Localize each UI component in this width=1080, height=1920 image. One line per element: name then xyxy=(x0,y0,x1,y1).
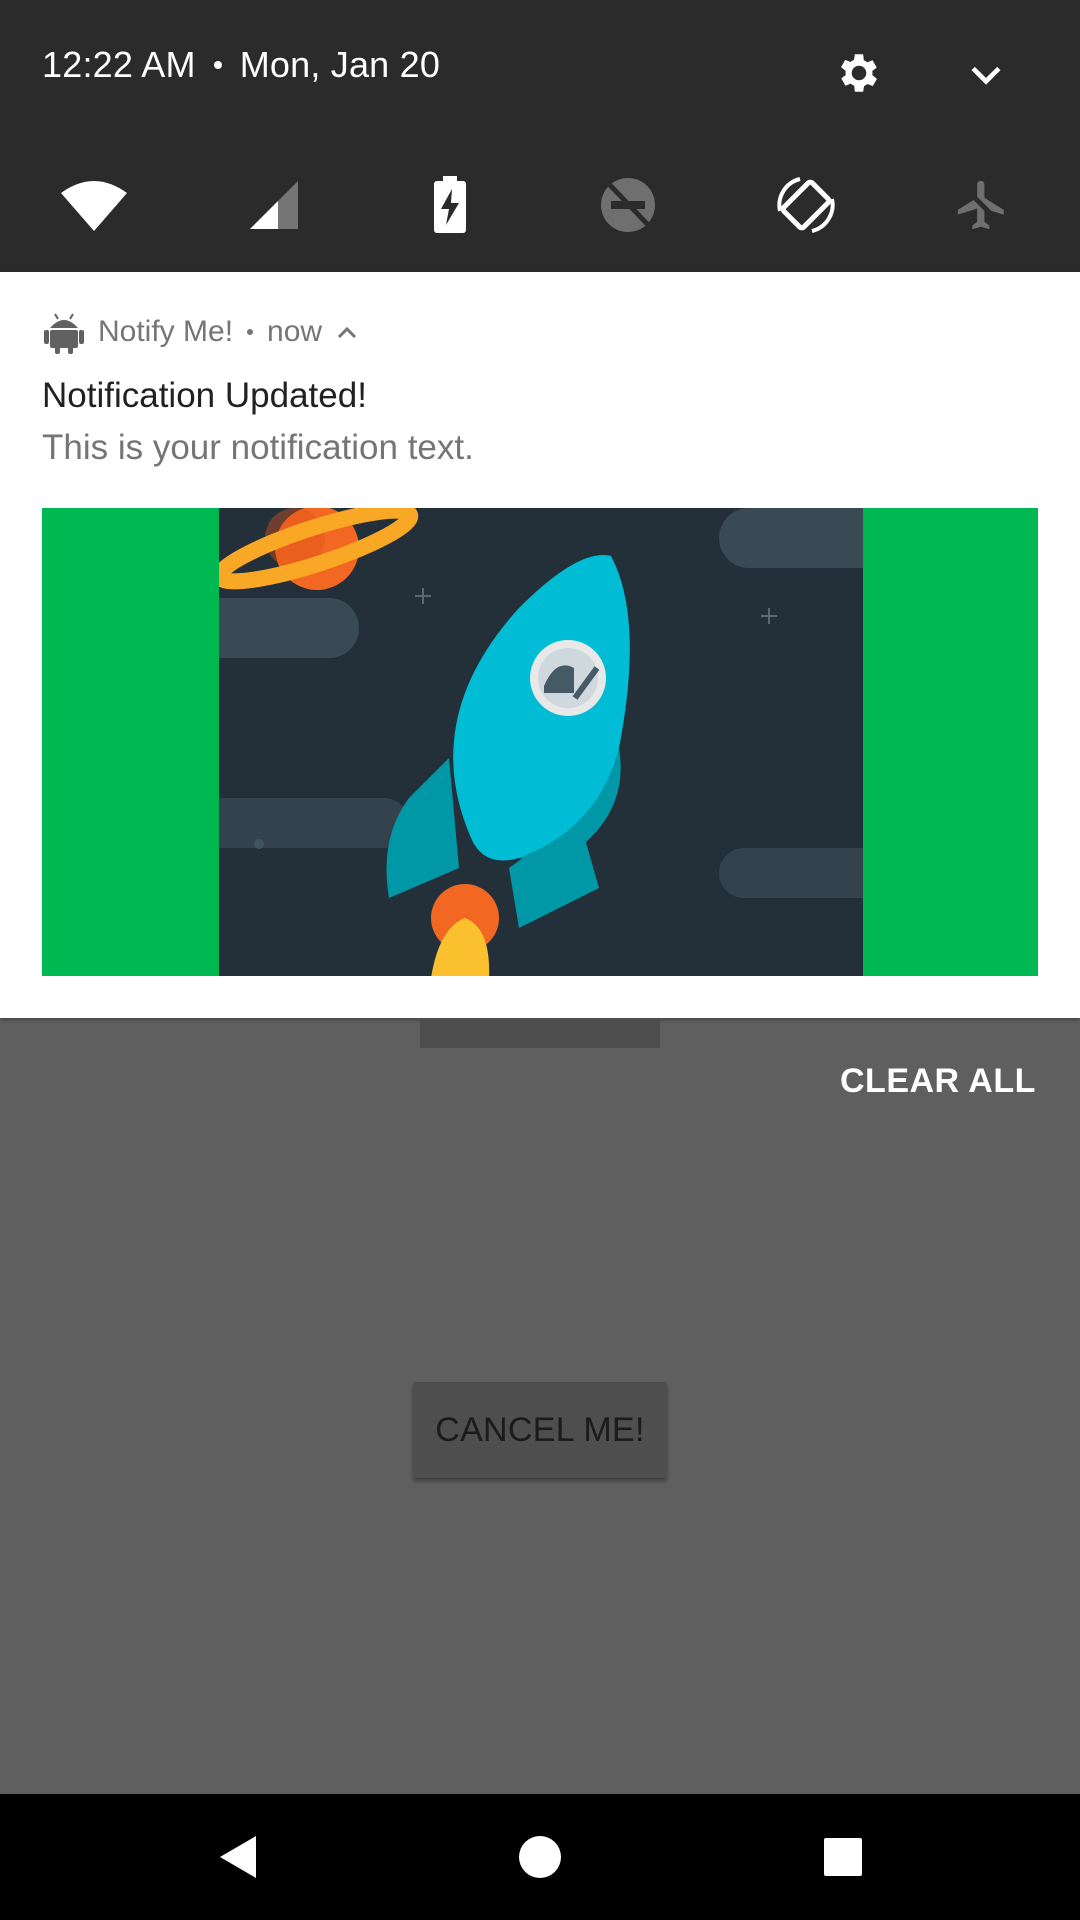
screen: 12:22 AM Mon, Jan 20 Notify Me! now Noti… xyxy=(0,0,1080,1920)
settings-gear-icon[interactable] xyxy=(834,48,884,98)
notification-big-picture xyxy=(42,508,1038,976)
rocket-illustration xyxy=(219,508,863,976)
notification-text: This is your notification text. xyxy=(42,428,474,467)
datetime-row: 12:22 AM Mon, Jan 20 xyxy=(42,44,440,86)
chevron-down-icon[interactable] xyxy=(964,52,1008,96)
collapse-chevron-icon[interactable] xyxy=(336,315,358,349)
navigation-bar xyxy=(0,1794,1080,1920)
app-toolbar-stub xyxy=(420,1018,660,1048)
do-not-disturb-icon[interactable] xyxy=(590,170,666,240)
wifi-icon[interactable] xyxy=(56,170,132,240)
clear-all-button[interactable]: CLEAR ALL xyxy=(840,1062,1036,1101)
cell-signal-icon[interactable] xyxy=(236,170,312,240)
quick-settings-panel: 12:22 AM Mon, Jan 20 xyxy=(0,0,1080,272)
airplane-mode-icon[interactable] xyxy=(944,170,1020,240)
back-icon[interactable] xyxy=(204,1824,270,1890)
separator-dot xyxy=(247,329,254,335)
notification-time: now xyxy=(267,315,323,348)
notification-title: Notification Updated! xyxy=(42,376,367,415)
clock-time: 12:22 AM xyxy=(42,44,196,85)
notification-card[interactable]: Notify Me! now Notification Updated! Thi… xyxy=(0,272,1080,1018)
separator-dot xyxy=(213,61,222,69)
quick-settings-tiles xyxy=(0,170,1080,240)
android-icon xyxy=(44,310,84,354)
auto-rotate-icon[interactable] xyxy=(768,170,844,240)
battery-charging-icon[interactable] xyxy=(412,170,488,240)
cancel-me-button[interactable]: CANCEL ME! xyxy=(413,1382,667,1478)
recents-icon[interactable] xyxy=(810,1824,876,1890)
app-name: Notify Me! xyxy=(98,315,234,348)
date-text: Mon, Jan 20 xyxy=(239,44,441,85)
home-icon[interactable] xyxy=(507,1824,573,1890)
notification-header: Notify Me! now xyxy=(44,310,358,354)
